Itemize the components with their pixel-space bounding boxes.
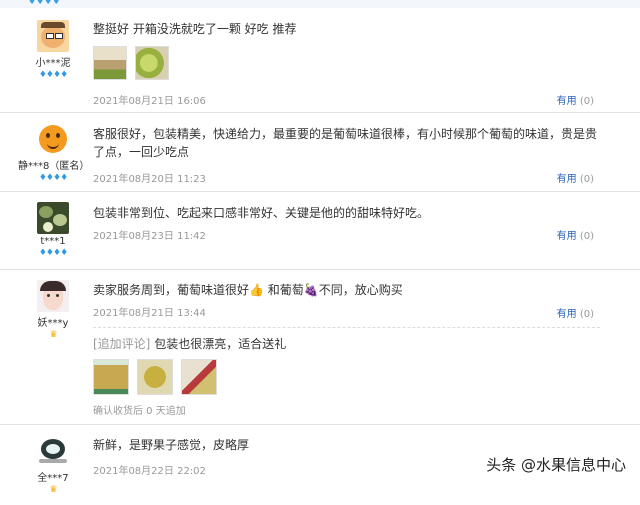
avatar[interactable] (37, 280, 69, 312)
useful-button[interactable]: 有用 (557, 96, 577, 107)
reviewer: 全***7 ♛ (18, 435, 88, 495)
useful-counter: 有用 (0) (557, 227, 594, 242)
append-label: [追加评论] (93, 337, 151, 351)
avatar[interactable] (37, 435, 69, 467)
review-text: 整挺好 开箱没洗就吃了一颗 好吃 推荐 (93, 22, 297, 36)
review-text: 新鲜，是野果子感觉，皮略厚 (93, 438, 250, 452)
reviewer: t***1 ♦♦♦♦ (18, 202, 88, 258)
reviewer-name: 静***8（匿名） (18, 161, 90, 172)
photo-strip (93, 46, 600, 82)
review-body: 包装非常到位、吃起来口感非常好、关键是他的的甜味特好吃。 (93, 204, 600, 222)
useful-button[interactable]: 有用 (557, 231, 577, 242)
photo-thumbnail[interactable] (135, 46, 169, 80)
useful-counter: 有用 (0) (557, 170, 594, 185)
useful-button[interactable]: 有用 (557, 309, 577, 320)
photo-thumbnail[interactable] (93, 46, 127, 80)
useful-counter: 有用 (0) (557, 305, 594, 320)
reviewer-name: 妖***y (37, 318, 69, 329)
diamond-icon: ♦♦♦♦ (38, 173, 68, 183)
review-body: 客服很好，包装精美，快递给力，最重要的是葡萄味道很棒，有小时候那个葡萄的味道，贵… (93, 125, 600, 161)
diamond-icon: ♦♦♦♦ (28, 0, 61, 7)
append-line: [追加评论] 包装也很漂亮，适合送礼 (93, 335, 600, 353)
review-item: 小***泥 ♦♦♦♦ 整挺好 开箱没洗就吃了一颗 好吃 推荐 2021年08月2… (0, 8, 640, 113)
review-text: 卖家服务周到，葡萄味道很好👍 和葡萄🍇不同，放心购买 (93, 283, 403, 297)
review-list: 小***泥 ♦♦♦♦ 整挺好 开箱没洗就吃了一颗 好吃 推荐 2021年08月2… (0, 8, 640, 505)
review-text: 客服很好，包装精美，快递给力，最重要的是葡萄味道很棒，有小时候那个葡萄的味道，贵… (93, 127, 598, 159)
review-date: 2021年08月21日 13:44 (93, 308, 206, 319)
reviewer: 静***8（匿名） ♦♦♦♦ (18, 123, 90, 183)
append-text: 包装也很漂亮，适合送礼 (154, 337, 287, 351)
useful-count: (0) (579, 96, 594, 107)
useful-counter: 有用 (0) (557, 92, 594, 107)
avatar[interactable] (37, 123, 69, 155)
photo-strip (93, 359, 600, 397)
reviewer-name: t***1 (40, 236, 66, 247)
diamond-icon: ♦♦♦♦ (38, 70, 68, 80)
review-body: 卖家服务周到，葡萄味道很好👍 和葡萄🍇不同，放心购买 2021年08月21日 1… (93, 281, 600, 417)
review-body: 整挺好 开箱没洗就吃了一颗 好吃 推荐 (93, 20, 600, 82)
avatar[interactable] (37, 202, 69, 234)
avatar[interactable] (37, 20, 69, 52)
diamond-icon: ♦♦♦♦ (38, 248, 68, 258)
photo-thumbnail[interactable] (181, 359, 217, 395)
top-strip: ♦♦♦♦ (0, 0, 640, 8)
append-timing: 确认收货后 0 天追加 (93, 406, 186, 417)
useful-count: (0) (579, 174, 594, 185)
appended-review: [追加评论] 包装也很漂亮，适合送礼 确认收货后 0 天追加 (93, 327, 600, 417)
review-item: t***1 ♦♦♦♦ 包装非常到位、吃起来口感非常好、关键是他的的甜味特好吃。 … (0, 192, 640, 270)
reviewer-name: 全***7 (37, 473, 69, 484)
watermark: 头条 @水果信息中心 (486, 454, 626, 475)
reviewer: 妖***y ♛ (18, 280, 88, 340)
useful-count: (0) (579, 309, 594, 320)
photo-thumbnail[interactable] (93, 359, 129, 395)
review-date: 2021年08月23日 11:42 (93, 231, 206, 242)
review-item: 静***8（匿名） ♦♦♦♦ 客服很好，包装精美，快递给力，最重要的是葡萄味道很… (0, 113, 640, 192)
photo-thumbnail[interactable] (137, 359, 173, 395)
crown-icon: ♛ (49, 485, 57, 495)
watermark-text: 头条 @水果信息中心 (486, 456, 626, 474)
reviewer-name: 小***泥 (35, 58, 71, 69)
reviewer: 小***泥 ♦♦♦♦ (18, 20, 88, 80)
review-item: 妖***y ♛ 卖家服务周到，葡萄味道很好👍 和葡萄🍇不同，放心购买 2021年… (0, 270, 640, 425)
review-text: 包装非常到位、吃起来口感非常好、关键是他的的甜味特好吃。 (93, 206, 430, 220)
useful-button[interactable]: 有用 (557, 174, 577, 185)
crown-icon: ♛ (49, 330, 57, 340)
useful-count: (0) (579, 231, 594, 242)
review-date: 2021年08月21日 16:06 (93, 96, 206, 107)
review-date: 2021年08月20日 11:23 (93, 174, 206, 185)
